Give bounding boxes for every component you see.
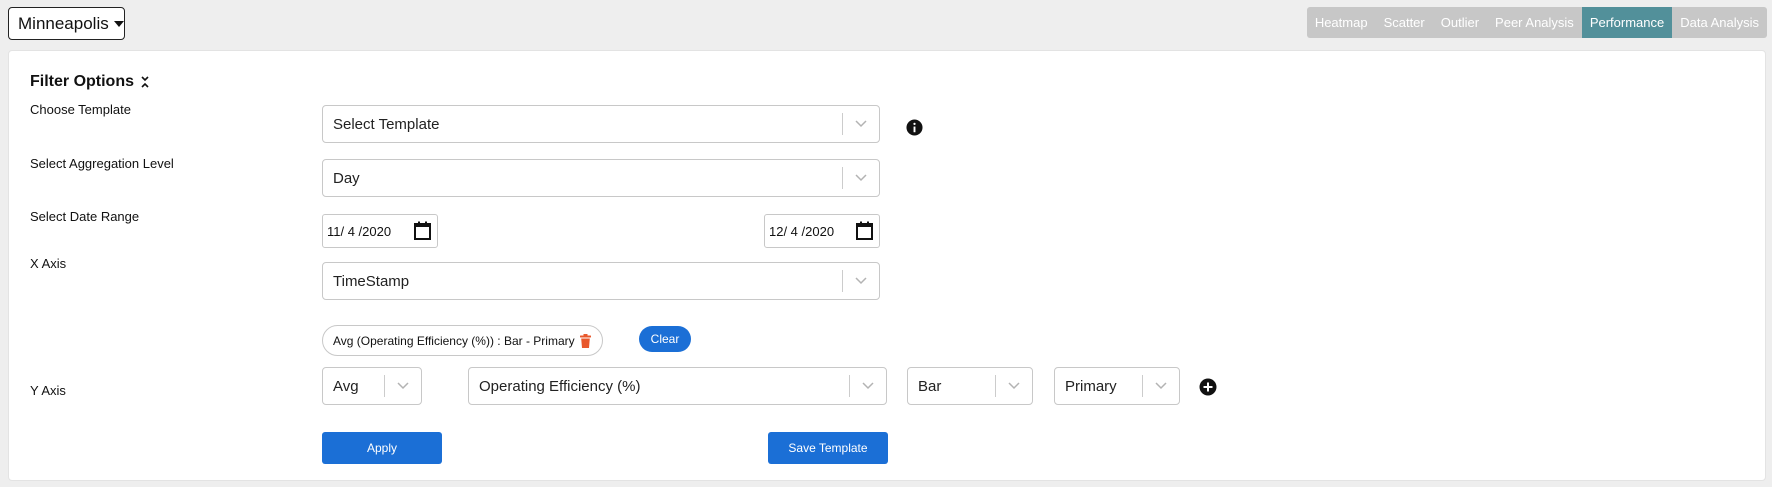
chevron-down-icon [843,277,879,285]
calendar-icon[interactable] [414,221,431,240]
template-select-value: Select Template [333,115,440,133]
chart-type-value: Bar [918,377,942,395]
save-template-button[interactable]: Save Template [768,432,888,464]
y-axis-series-chip-label: Avg (Operating Efficiency (%)) : Bar - P… [333,333,575,348]
x-axis-select[interactable]: TimeStamp [322,262,880,300]
y-axis-series-chip: Avg (Operating Efficiency (%)) : Bar - P… [322,325,603,356]
aggregation-select[interactable]: Day [322,159,880,197]
info-icon[interactable] [906,119,923,136]
chevron-down-icon [843,174,879,182]
collapse-chevrons-icon[interactable] [140,75,150,89]
tab-data-analysis[interactable]: Data Analysis [1672,7,1767,38]
aggregate-function-select[interactable]: Avg [322,367,422,405]
aggregation-level-label: Select Aggregation Level [30,156,174,171]
filter-panel: Filter Options Choose Template Select Te… [8,50,1766,481]
aggregation-select-value: Day [333,169,360,187]
trash-icon[interactable] [579,333,591,348]
clear-button[interactable]: Clear [639,326,691,352]
add-series-plus-icon[interactable] [1199,378,1217,396]
start-date-value: 11/ 4 /2020 [327,223,392,239]
chevron-down-icon [850,382,886,390]
template-select[interactable]: Select Template [322,105,880,143]
filter-options-title: Filter Options [30,73,134,90]
tab-heatmap[interactable]: Heatmap [1307,7,1376,38]
axis-side-select[interactable]: Primary [1054,367,1180,405]
tab-outlier[interactable]: Outlier [1433,7,1487,38]
end-date-value: 12/ 4 /2020 [769,223,835,239]
aggregate-function-value: Avg [333,377,359,395]
chevron-down-icon [385,382,421,390]
axis-side-value: Primary [1065,377,1117,395]
chevron-down-icon [996,382,1032,390]
location-dropdown-label: Minneapolis [18,13,109,33]
tab-performance[interactable]: Performance [1581,7,1673,38]
location-dropdown[interactable]: Minneapolis [8,7,125,40]
y-metric-value: Operating Efficiency (%) [479,377,641,395]
tab-scatter[interactable]: Scatter [1376,7,1433,38]
apply-button[interactable]: Apply [322,432,442,464]
x-axis-select-value: TimeStamp [333,272,410,290]
tab-peer-analysis[interactable]: Peer Analysis [1487,7,1582,38]
chevron-down-icon [1143,382,1179,390]
y-metric-select[interactable]: Operating Efficiency (%) [468,367,887,405]
calendar-icon[interactable] [856,221,873,240]
end-date-input[interactable]: 12/ 4 /2020 [764,214,880,248]
filter-options-header: Filter Options [30,73,150,91]
chart-type-select[interactable]: Bar [907,367,1033,405]
date-range-label: Select Date Range [30,209,140,224]
caret-down-icon [113,20,124,27]
chevron-down-icon [843,120,879,128]
y-axis-label: Y Axis [30,383,66,398]
start-date-input[interactable]: 11/ 4 /2020 [322,214,438,248]
choose-template-label: Choose Template [30,102,131,117]
nav-tabs: Heatmap Scatter Outlier Peer Analysis Pe… [1306,7,1767,38]
x-axis-label: X Axis [30,256,67,271]
